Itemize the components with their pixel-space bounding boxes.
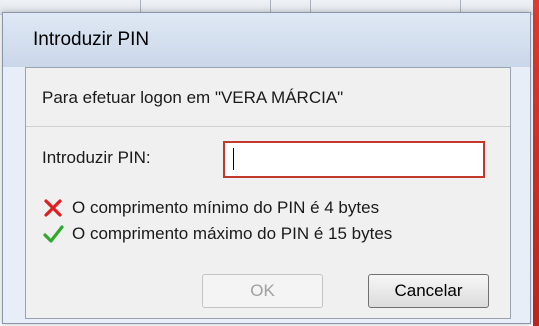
divider xyxy=(26,126,510,127)
red-x-icon xyxy=(44,199,62,217)
pin-rule-min-length: O comprimento mínimo do PIN é 4 bytes xyxy=(42,196,379,220)
pin-rule-text: O comprimento máximo do PIN é 15 bytes xyxy=(72,224,393,243)
dialog-titlebar[interactable]: Introduzir PIN xyxy=(3,13,530,67)
text-caret xyxy=(233,148,234,170)
green-check-icon xyxy=(43,225,64,243)
pin-dialog: Introduzir PIN Para efetuar logon em "VE… xyxy=(2,12,531,324)
ok-button[interactable]: OK xyxy=(202,274,323,308)
pin-input[interactable] xyxy=(223,141,485,178)
cancel-button[interactable]: Cancelar xyxy=(368,274,489,308)
pin-rule-text: O comprimento mínimo do PIN é 4 bytes xyxy=(72,198,380,217)
pin-rule-max-length: O comprimento máximo do PIN é 15 bytes xyxy=(42,222,392,246)
dialog-title: Introduzir PIN xyxy=(33,29,150,50)
pin-label: Introduzir PIN: xyxy=(42,148,151,167)
background-window-edge xyxy=(533,0,539,326)
dialog-content: Para efetuar logon em "VERA MÁRCIA" Intr… xyxy=(25,67,511,319)
logon-message: Para efetuar logon em "VERA MÁRCIA" xyxy=(42,88,344,107)
